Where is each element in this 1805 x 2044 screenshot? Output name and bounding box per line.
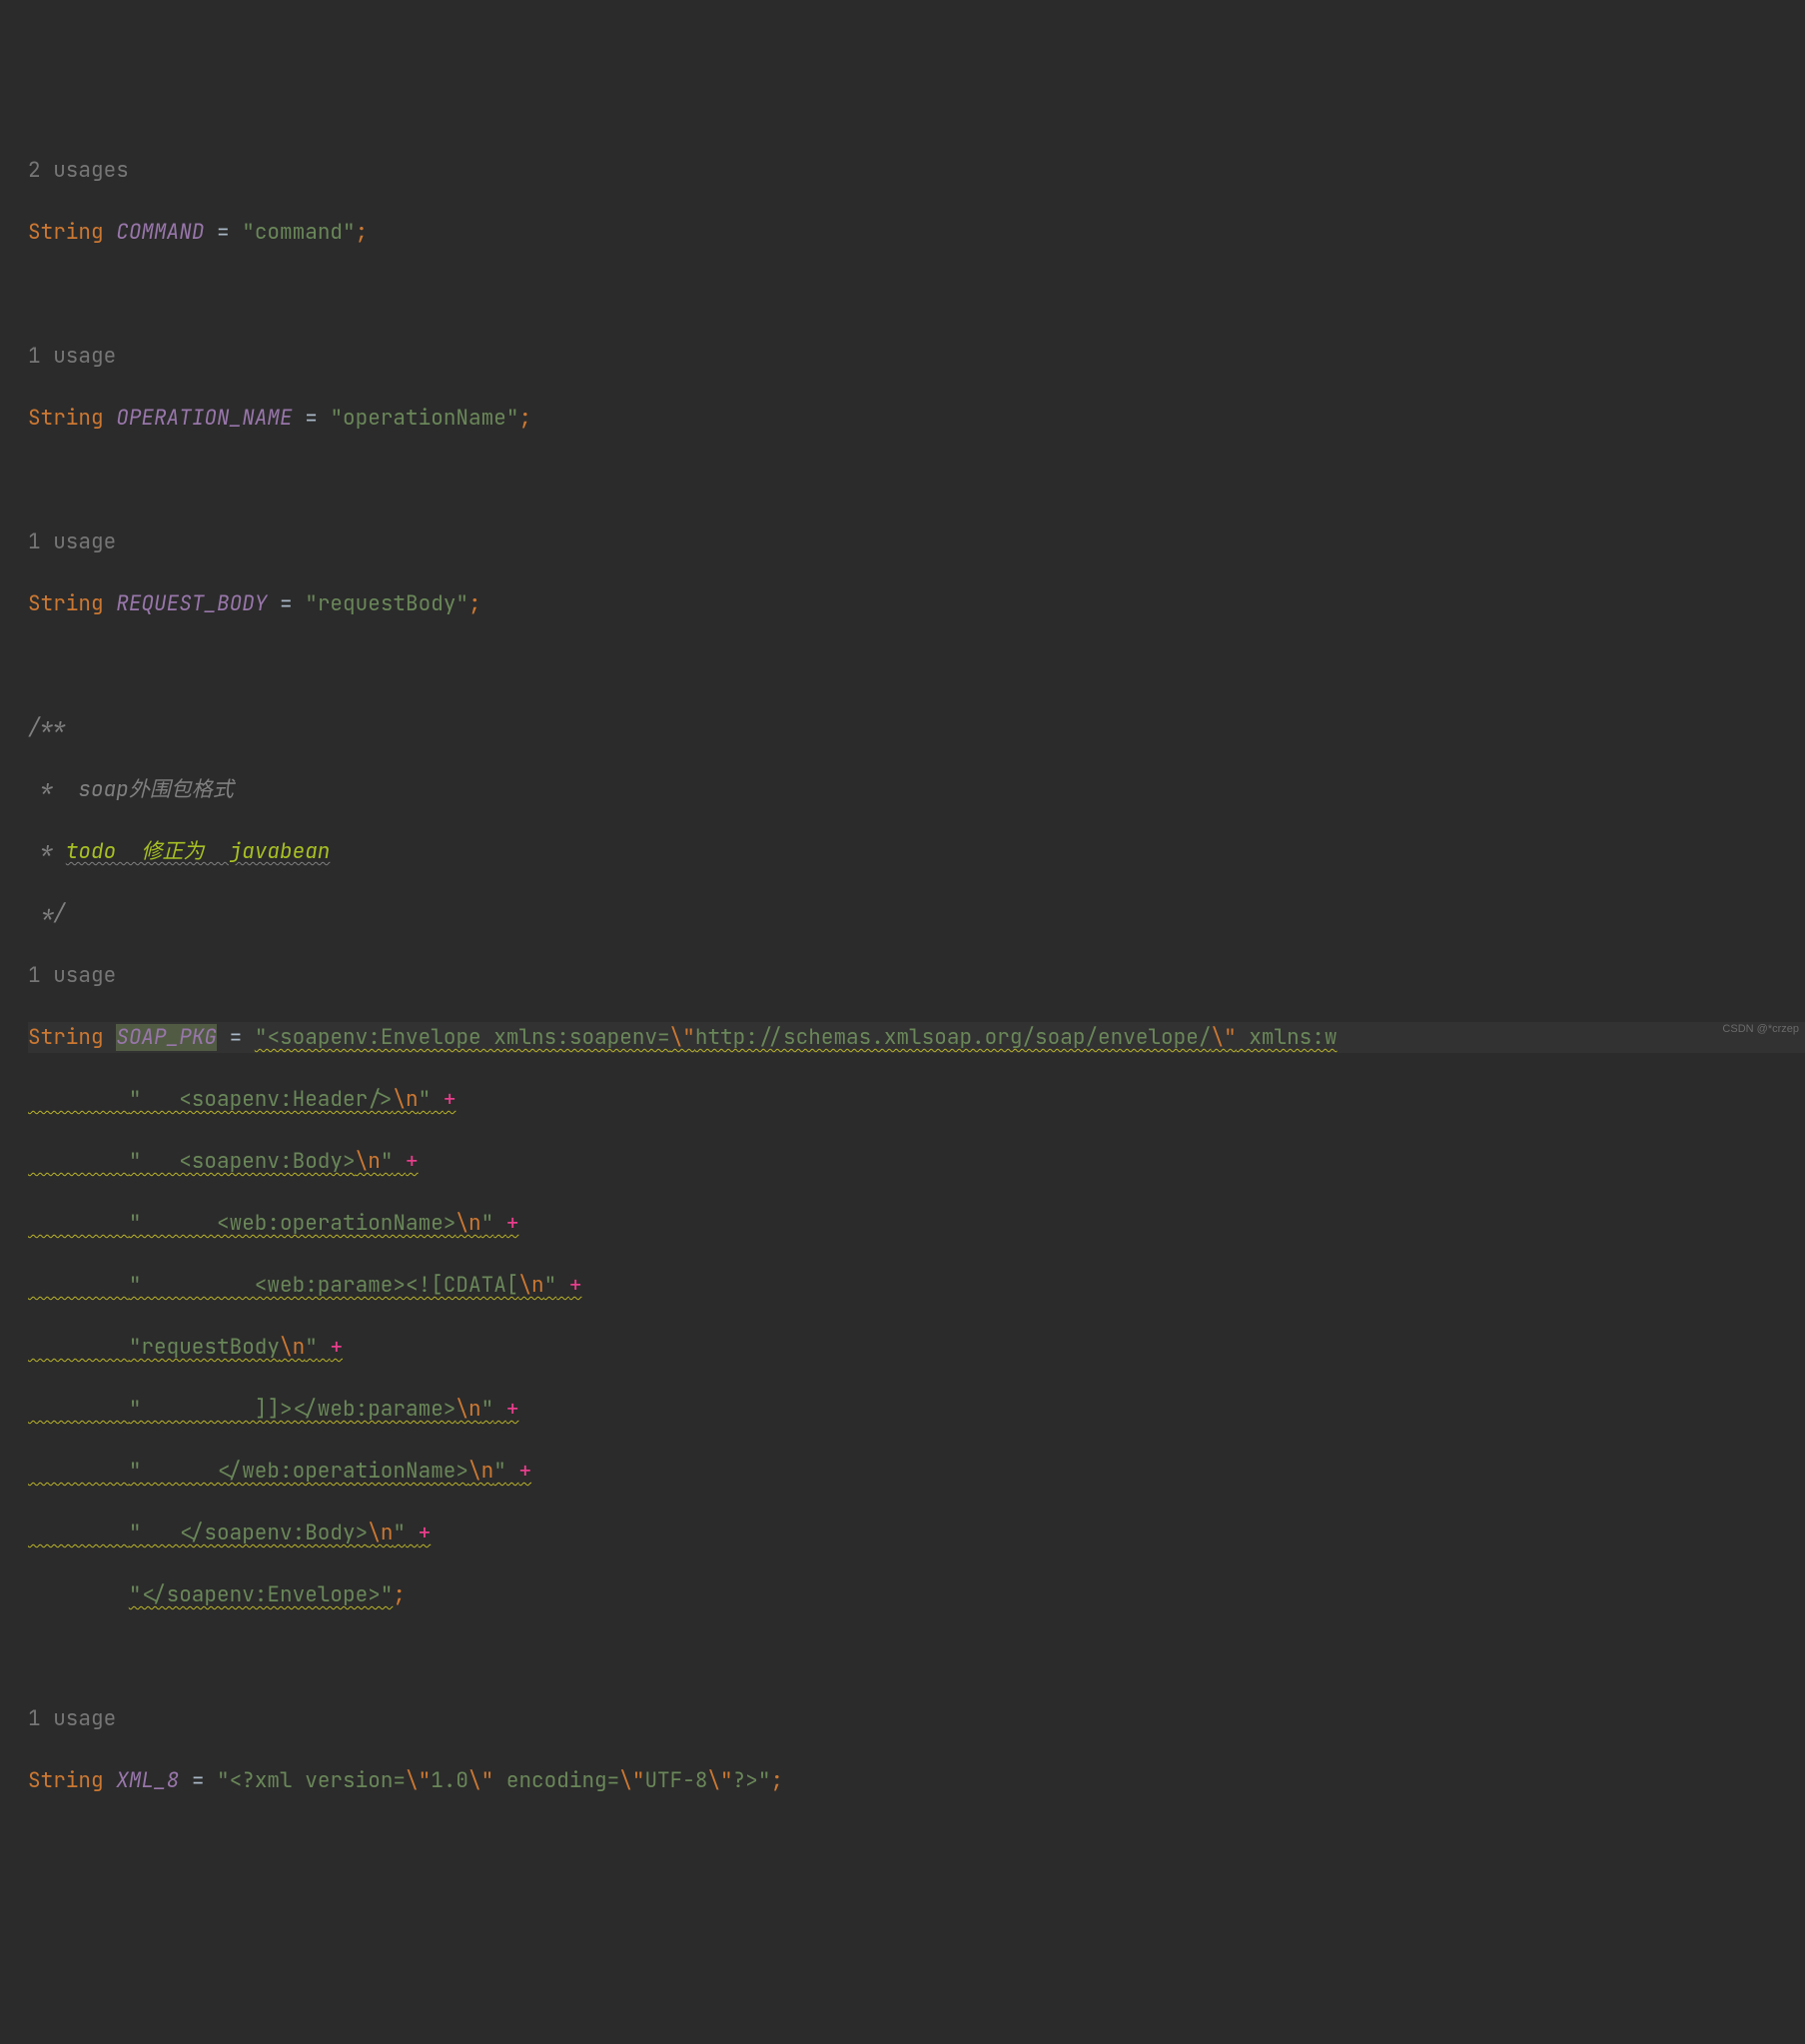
semicolon: ; — [518, 405, 531, 432]
string-literal: "<soapenv:Envelope xmlns:soapenv=\"http:… — [255, 1024, 1338, 1051]
usage-hint: 1 usage — [28, 1705, 116, 1732]
string-literal: " <web:parame><![CDATA[\n" — [129, 1272, 556, 1299]
semicolon: ; — [770, 1767, 783, 1794]
javadoc-open: /** — [28, 714, 66, 741]
type-keyword: String — [28, 1024, 104, 1051]
op-plus: + — [569, 1272, 582, 1299]
type-keyword: String — [28, 219, 104, 246]
usage-hint: 1 usage — [28, 962, 116, 989]
code-editor[interactable]: 2 usages String COMMAND = "command"; 1 u… — [28, 124, 1805, 1827]
op-plus: + — [506, 1396, 519, 1423]
op-eq: = — [267, 590, 305, 617]
string-literal: " </soapenv:Body>\n" — [129, 1520, 406, 1546]
type-keyword: String — [28, 590, 104, 617]
string-literal: "command" — [242, 219, 355, 246]
string-literal: "requestBody\n" — [129, 1334, 318, 1361]
op-eq: = — [217, 1024, 255, 1051]
watermark: CSDN @*crzep — [1722, 1014, 1799, 1045]
op-plus: + — [506, 1210, 519, 1237]
semicolon: ; — [468, 590, 481, 617]
op-plus: + — [518, 1458, 531, 1485]
op-plus: + — [330, 1334, 343, 1361]
todo-comment: todo 修正为 javabean — [66, 838, 331, 865]
semicolon: ; — [393, 1581, 406, 1608]
usage-hint: 2 usages — [28, 157, 129, 184]
string-literal: "<?xml version=\"1.0\" encoding=\"UTF-8\… — [217, 1767, 770, 1794]
string-literal: " <soapenv:Header/>\n" — [129, 1086, 431, 1113]
usage-hint: 1 usage — [28, 528, 116, 555]
javadoc-line: * — [28, 838, 66, 865]
op-eq: = — [204, 219, 242, 246]
string-literal: "</soapenv:Envelope>" — [129, 1581, 394, 1608]
javadoc-close: */ — [28, 900, 66, 927]
string-literal: " <soapenv:Body>\n" — [129, 1148, 394, 1175]
string-literal: "operationName" — [330, 405, 518, 432]
op-eq: = — [179, 1767, 217, 1794]
string-literal: " <web:operationName>\n" — [129, 1210, 493, 1237]
field-soap-pkg: SOAP_PKG — [116, 1024, 217, 1051]
semicolon: ; — [356, 219, 369, 246]
field-xml-8: XML_8 — [116, 1767, 179, 1794]
javadoc-line: * soap外围包格式 — [28, 776, 234, 803]
op-eq: = — [293, 405, 331, 432]
string-literal: " </web:operationName>\n" — [129, 1458, 506, 1485]
field-request-body: REQUEST_BODY — [116, 590, 267, 617]
type-keyword: String — [28, 405, 104, 432]
op-plus: + — [444, 1086, 456, 1113]
highlighted-line: String SOAP_PKG = "<soapenv:Envelope xml… — [28, 1022, 1805, 1053]
field-operation-name: OPERATION_NAME — [116, 405, 292, 432]
string-literal: " ]]></web:parame>\n" — [129, 1396, 493, 1423]
field-command: COMMAND — [116, 219, 204, 246]
type-keyword: String — [28, 1767, 104, 1794]
string-literal: "requestBody" — [305, 590, 468, 617]
usage-hint: 1 usage — [28, 343, 116, 370]
op-plus: + — [406, 1148, 419, 1175]
op-plus: + — [419, 1520, 432, 1546]
